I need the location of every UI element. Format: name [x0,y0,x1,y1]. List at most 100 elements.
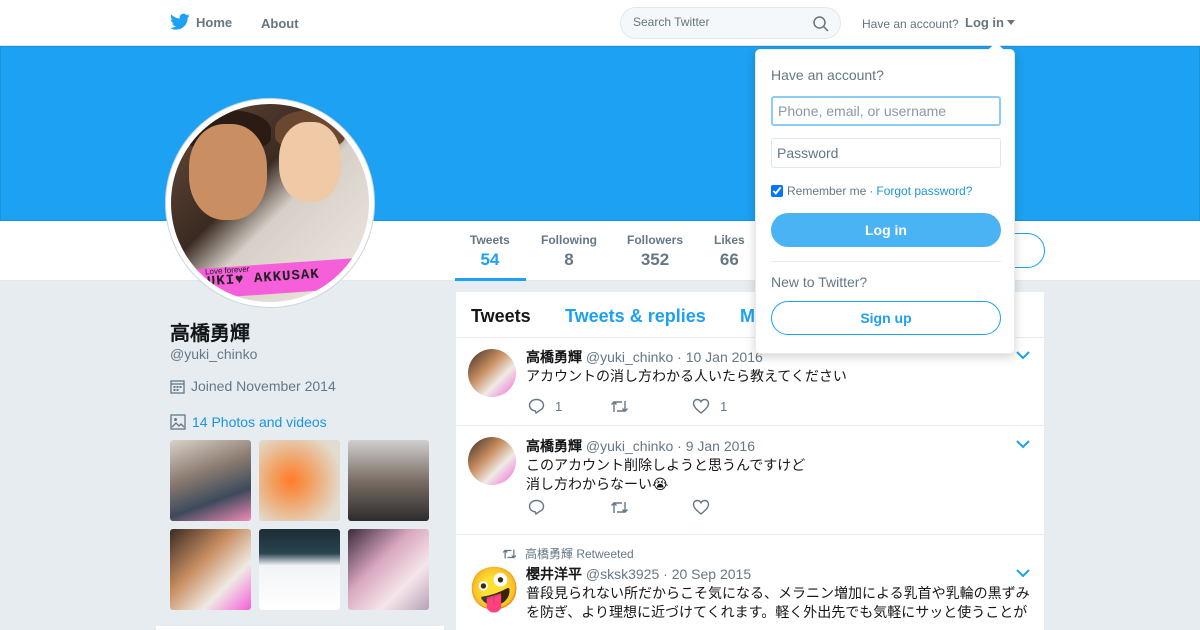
tweet-date[interactable]: 10 Jan 2016 [686,349,763,365]
profile-avatar[interactable]: UKI♥ AKKUSAK Love forever [165,98,375,308]
login-dropdown-toggle[interactable]: Log in [965,15,1015,30]
tweet-author-handle[interactable]: @sksk3925 [586,566,659,582]
tweet-text-line: このアカウント削除しようと思うんですけど [526,457,806,473]
login-toggle-label: Log in [965,15,1004,30]
password-field[interactable] [771,138,1001,168]
tweet-author-handle[interactable]: @yuki_chinko [586,349,673,365]
photo-icon [170,414,186,430]
stat-label: Followers [627,233,684,247]
chevron-down-icon[interactable] [1016,350,1030,360]
tweet-separator: · [663,566,668,582]
signup-button[interactable]: Sign up [771,301,1001,335]
tweet-text: 普段見られない所だからこそ気になる、メラニン増加による乳首や乳輪の黒ずみ を防ぎ… [526,584,1040,622]
profile-display-name[interactable]: 高橋勇輝 [170,317,250,346]
divider [771,261,1001,262]
stat-tweets[interactable]: Tweets 54 [470,233,510,270]
retweet-icon [611,501,628,513]
tweet-text-line: 普段見られない所だからこそ気になる、メラニン増加による乳首や乳輪の黒ずみ [526,585,1030,601]
photo-thumbnail[interactable] [170,440,251,521]
search-box[interactable] [620,7,841,39]
tweet-author-name[interactable]: 高橋勇輝 [526,438,582,454]
nav-home-label: Home [196,14,233,30]
like-count: 1 [720,398,728,414]
stat-likes[interactable]: Likes 66 [714,233,745,270]
chevron-down-icon[interactable] [1016,439,1030,449]
tweet-actions [528,499,774,515]
stat-following[interactable]: Following 8 [541,233,597,270]
username-field[interactable] [771,96,1001,126]
tab-tweets[interactable]: Tweets [471,306,531,327]
tweet[interactable]: 高橋勇輝 @yuki_chinko · 9 Jan 2016 このアカウント削除… [456,426,1044,535]
photos-videos-link[interactable]: 14 Photos and videos [170,414,327,430]
remember-me-label[interactable]: Remember me [787,184,866,198]
tweet-actions: 1 1 [528,398,774,414]
heart-icon [692,499,710,515]
search-icon[interactable] [813,16,829,32]
like-button[interactable] [692,499,774,515]
search-input[interactable] [633,15,803,29]
tweet-header: 高橋勇輝 @yuki_chinko · 10 Jan 2016 [526,347,763,367]
stat-label: Likes [714,233,745,247]
photo-thumbnail[interactable] [170,529,251,610]
reply-button[interactable]: 1 [528,398,610,414]
tweet-avatar[interactable] [468,437,516,485]
tab-tweets-replies[interactable]: Tweets & replies [565,306,706,327]
photo-thumbnail[interactable] [259,529,340,610]
profile-handle[interactable]: @yuki_chinko [170,346,257,362]
tweet-header: 櫻井洋平 @sksk3925 · 20 Sep 2015 [526,564,751,584]
chevron-down-icon[interactable] [1016,568,1030,578]
tweet-date[interactable]: 20 Sep 2015 [672,566,751,582]
reply-icon [528,499,545,515]
remember-me-checkbox[interactable] [771,185,783,197]
tweet-text: このアカウント削除しようと思うんですけど 消し方わからなーい😭 [526,456,1034,494]
tweet-avatar[interactable]: 🤪 [468,565,520,613]
joined-date: Joined November 2014 [170,378,336,394]
stat-followers[interactable]: Followers 352 [627,233,683,270]
have-account-text: Have an account? [862,17,959,31]
tweet-text: アカウントの消し方わかる人いたら教えてください [526,367,1034,386]
retweet-context-text[interactable]: 高橋勇輝 Retweeted [525,545,634,562]
stat-label: Tweets [470,233,510,247]
reply-button[interactable] [528,499,610,515]
login-dropdown: Have an account? Remember me · Forgot pa… [755,42,1015,354]
reply-count: 1 [555,398,563,414]
like-button[interactable]: 1 [692,398,774,414]
tweet-author-name[interactable]: 高橋勇輝 [526,349,582,365]
photo-thumbnail[interactable] [348,440,429,521]
retweet-button[interactable] [610,399,692,414]
tweet-avatar[interactable] [468,349,516,397]
joined-text: Joined November 2014 [191,378,336,394]
nav-about-link[interactable]: About [261,16,299,31]
reply-icon [528,398,545,414]
tweet[interactable]: 高橋勇輝 Retweeted 🤪 櫻井洋平 @sksk3925 · 20 Sep… [456,535,1044,630]
tweet-author-handle[interactable]: @yuki_chinko [586,438,673,454]
stat-value: 54 [480,250,500,269]
heart-icon [692,398,710,414]
remember-me-row: Remember me · Forgot password? [771,184,972,198]
tweet-separator: · [677,438,682,454]
active-tab-underline [455,278,526,281]
tweet-separator: · [677,349,682,365]
tab-media[interactable]: M [740,306,755,327]
retweet-button[interactable] [610,500,692,515]
twitter-bird-icon [170,13,190,30]
stat-value: 8 [564,250,574,269]
forgot-password-link[interactable]: Forgot password? [876,184,972,198]
login-dropdown-title: Have an account? [771,67,884,83]
tweet-date[interactable]: 9 Jan 2016 [686,438,755,454]
tweet-header: 高橋勇輝 @yuki_chinko · 9 Jan 2016 [526,436,755,456]
stat-value: 66 [719,250,739,269]
retweet-icon [502,549,517,558]
tweet-text-line: アカウントの消し方わかる人いたら教えてください [526,368,847,384]
photo-thumbnail[interactable] [259,440,340,521]
tweet-author-name[interactable]: 櫻井洋平 [526,566,582,582]
caret-down-icon [1007,20,1015,25]
stat-label: Following [541,233,597,247]
photo-thumbnail[interactable] [348,529,429,610]
tweet-text-line: 消し方わからなーい😭 [526,476,669,492]
nav-home-link[interactable]: Home [170,13,232,31]
login-button[interactable]: Log in [771,213,1001,247]
avatar-image: UKI♥ AKKUSAK Love forever [171,104,369,302]
top-navigation: Home About Have an account? Log in [0,0,1200,46]
retweet-icon [611,400,628,412]
